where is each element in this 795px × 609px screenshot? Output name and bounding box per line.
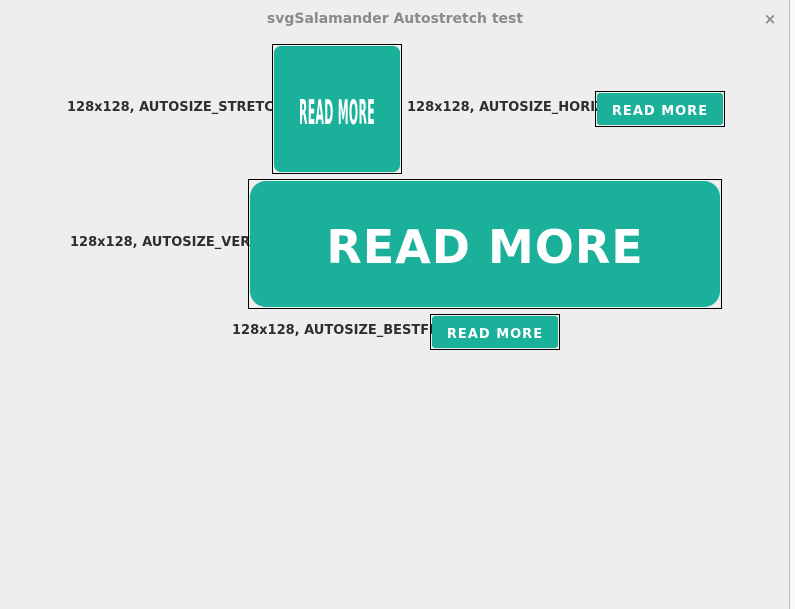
window-title: svgSalamander Autostretch test — [266, 11, 524, 27]
read-more-button-vert[interactable]: READ MORE — [250, 181, 720, 307]
label-vert: 128x128, AUTOSIZE_VERT — [70, 235, 259, 250]
background-window-edge — [790, 0, 795, 609]
svg-panel-stretch: READ MORE — [272, 44, 402, 174]
title-bar[interactable]: svgSalamander Autostretch test × — [0, 0, 790, 38]
read-more-text-vert: READ MORE — [326, 220, 643, 274]
label-stretch: 128x128, AUTOSIZE_STRETCH — [67, 100, 285, 115]
read-more-text-stretch: READ MORE — [299, 93, 375, 133]
svg-panel-bestfit: READ MORE — [430, 314, 560, 350]
svg-panel-vert: READ MORE — [248, 179, 722, 309]
close-icon[interactable]: × — [762, 9, 778, 29]
label-horiz: 128x128, AUTOSIZE_HORIZ — [407, 100, 605, 115]
read-more-button-horiz[interactable]: READ MORE — [597, 93, 723, 125]
read-more-button-stretch[interactable]: READ MORE — [274, 46, 400, 172]
read-more-text-bestfit: READ MORE — [447, 327, 543, 342]
svg-panel-horiz: READ MORE — [595, 91, 725, 127]
read-more-button-bestfit[interactable]: READ MORE — [432, 316, 558, 348]
app-window: svgSalamander Autostretch test × 128x128… — [0, 0, 790, 609]
read-more-text-horiz: READ MORE — [612, 104, 708, 119]
label-bestfit: 128x128, AUTOSIZE_BESTFIT — [232, 323, 443, 338]
